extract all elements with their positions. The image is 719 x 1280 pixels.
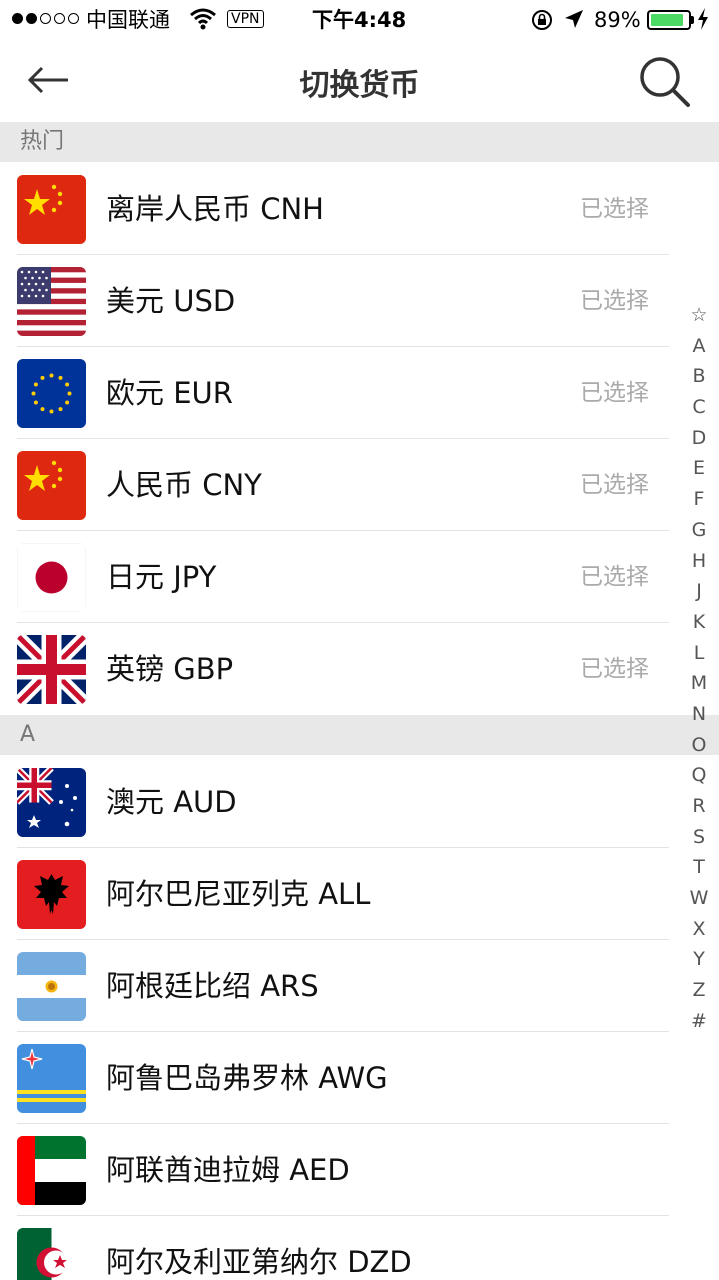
selected-label: 已选择: [580, 564, 649, 590]
selected-label: 已选择: [580, 288, 649, 314]
index-letter[interactable]: W: [683, 883, 715, 914]
index-hash[interactable]: #: [683, 1006, 715, 1037]
currency-name: 欧元 EUR: [106, 376, 233, 410]
currency-row-usd[interactable]: 美元 USD 已选择: [0, 255, 669, 347]
selected-label: 已选择: [580, 196, 649, 222]
albania-flag-icon: [17, 860, 86, 929]
battery-percent: 89%: [594, 8, 641, 32]
currency-name: 日元 JPY: [106, 560, 217, 594]
currency-name: 阿联酋迪拉姆 AED: [106, 1153, 350, 1187]
index-letter[interactable]: M: [683, 668, 715, 699]
index-letter[interactable]: L: [683, 638, 715, 669]
selected-label: 已选择: [580, 656, 649, 682]
alphabet-index-bar[interactable]: ☆ A B C D E F G H J K L M N O Q R S T W …: [683, 300, 715, 1037]
index-letter[interactable]: B: [683, 361, 715, 392]
section-header-a: A: [0, 715, 719, 755]
aruba-flag-icon: [17, 1044, 86, 1113]
carrier-name: 中国联通: [86, 8, 170, 32]
index-letter[interactable]: F: [683, 484, 715, 515]
navigation-bar: 切换货币: [0, 40, 719, 122]
status-bar: 中国联通 VPN 下午4:48 89%: [0, 0, 719, 40]
status-time: 下午4:48: [312, 8, 407, 32]
location-arrow-icon: [563, 8, 585, 37]
section-header-hot: 热门: [0, 122, 719, 162]
charging-bolt-icon: [697, 8, 709, 37]
algeria-flag-icon: [17, 1228, 86, 1280]
vpn-badge: VPN: [227, 10, 264, 28]
signal-strength-icon: [12, 13, 79, 24]
index-letter[interactable]: E: [683, 453, 715, 484]
index-letter[interactable]: C: [683, 392, 715, 423]
currency-name: 阿尔及利亚第纳尔 DZD: [106, 1245, 412, 1279]
currency-name: 澳元 AUD: [106, 785, 237, 819]
currency-row-eur[interactable]: 欧元 EUR 已选择: [0, 347, 669, 439]
currency-row-aed[interactable]: 阿联酋迪拉姆 AED: [0, 1124, 669, 1216]
currency-row-all[interactable]: 阿尔巴尼亚列克 ALL: [0, 848, 669, 940]
battery-icon: [647, 10, 691, 30]
index-star[interactable]: ☆: [683, 300, 715, 331]
index-letter[interactable]: J: [683, 576, 715, 607]
uae-flag-icon: [17, 1136, 86, 1205]
rotation-lock-icon: [530, 8, 554, 39]
battery-tip: [691, 16, 694, 24]
selected-label: 已选择: [580, 380, 649, 406]
japan-flag-icon: [17, 543, 86, 612]
index-letter[interactable]: Y: [683, 944, 715, 975]
currency-name: 离岸人民币 CNH: [106, 192, 324, 226]
currency-name: 人民币 CNY: [106, 468, 262, 502]
index-letter[interactable]: T: [683, 852, 715, 883]
index-letter[interactable]: Q: [683, 760, 715, 791]
wifi-icon: [190, 8, 216, 37]
index-letter[interactable]: N: [683, 699, 715, 730]
china-flag-icon: [17, 451, 86, 520]
search-icon: [640, 57, 690, 107]
currency-name: 英镑 GBP: [106, 652, 234, 686]
currency-name: 阿鲁巴岛弗罗林 AWG: [106, 1061, 388, 1095]
usa-flag-icon: [17, 267, 86, 336]
currency-row-ars[interactable]: 阿根廷比绍 ARS: [0, 940, 669, 1032]
index-letter[interactable]: G: [683, 515, 715, 546]
australia-flag-icon: [17, 768, 86, 837]
argentina-flag-icon: [17, 952, 86, 1021]
index-letter[interactable]: Z: [683, 975, 715, 1006]
currency-row-cnh[interactable]: 离岸人民币 CNH 已选择: [0, 163, 669, 255]
page-title: 切换货币: [299, 68, 420, 103]
china-flag-icon: [17, 175, 86, 244]
currency-row-aud[interactable]: 澳元 AUD: [0, 756, 669, 848]
uk-flag-icon: [17, 635, 86, 704]
currency-row-cny[interactable]: 人民币 CNY 已选择: [0, 439, 669, 531]
currency-name: 阿根廷比绍 ARS: [106, 969, 319, 1003]
eu-flag-icon: [17, 359, 86, 428]
index-letter[interactable]: O: [683, 730, 715, 761]
index-letter[interactable]: K: [683, 607, 715, 638]
index-letter[interactable]: H: [683, 546, 715, 577]
currency-row-gbp[interactable]: 英镑 GBP 已选择: [0, 623, 669, 715]
currency-row-jpy[interactable]: 日元 JPY 已选择: [0, 531, 669, 623]
currency-row-awg[interactable]: 阿鲁巴岛弗罗林 AWG: [0, 1032, 669, 1124]
currency-name: 阿尔巴尼亚列克 ALL: [106, 877, 371, 911]
currency-row-dzd[interactable]: 阿尔及利亚第纳尔 DZD: [0, 1216, 669, 1280]
search-button[interactable]: [636, 54, 694, 110]
index-letter[interactable]: D: [683, 423, 715, 454]
index-letter[interactable]: R: [683, 791, 715, 822]
currency-name: 美元 USD: [106, 284, 236, 318]
index-letter[interactable]: S: [683, 822, 715, 853]
selected-label: 已选择: [580, 472, 649, 498]
index-letter[interactable]: A: [683, 331, 715, 362]
index-letter[interactable]: X: [683, 914, 715, 945]
